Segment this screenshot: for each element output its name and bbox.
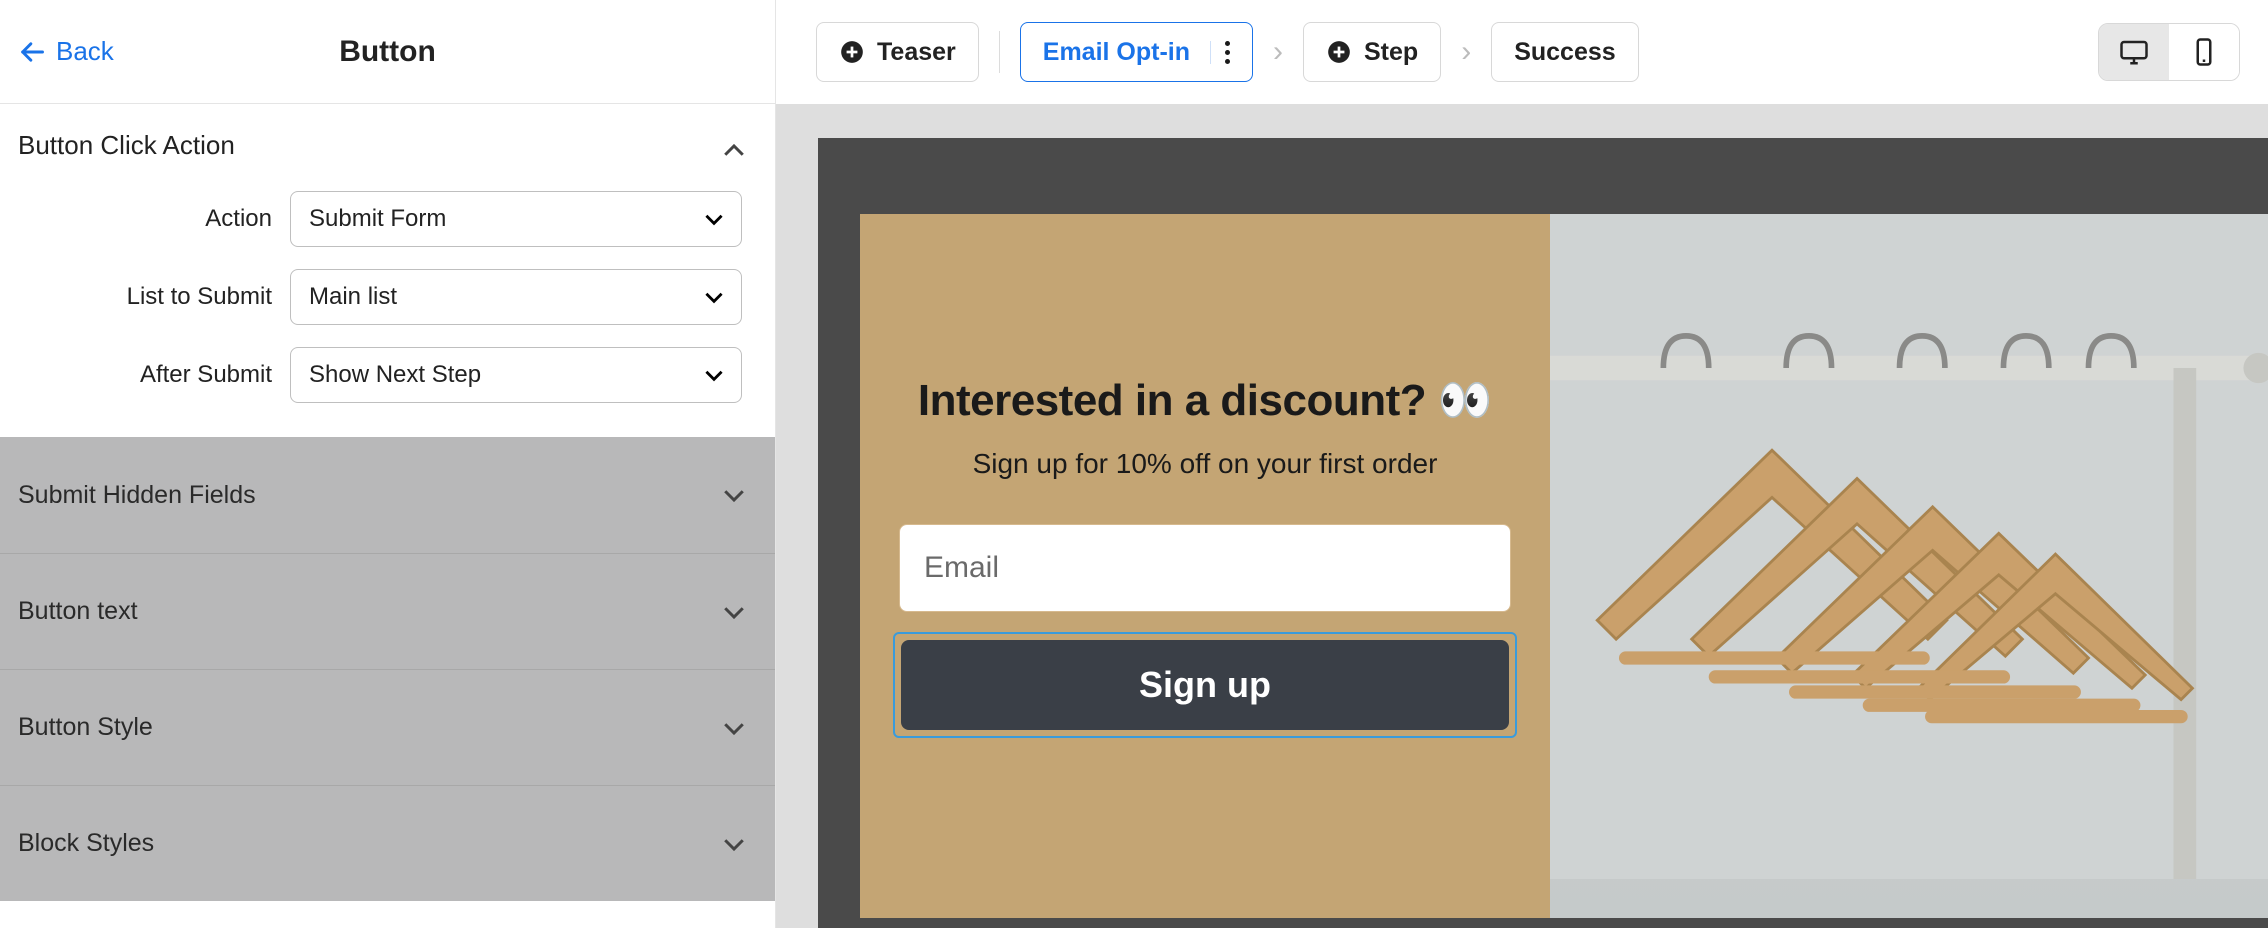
section-block-styles[interactable]: Block Styles [0, 785, 775, 901]
desktop-icon [2119, 37, 2149, 67]
step-step[interactable]: Step [1303, 22, 1441, 82]
device-mobile-button[interactable] [2169, 24, 2239, 80]
popup-headline: Interested in a discount? 👀 [918, 374, 1492, 426]
section-label: Button Style [18, 713, 153, 742]
collapsed-sections: Submit Hidden Fields Button text Button … [0, 437, 775, 928]
step-label: Step [1364, 38, 1418, 67]
chevron-down-icon [701, 362, 727, 388]
section-label: Submit Hidden Fields [18, 481, 256, 510]
signup-button-selection: Sign up [893, 632, 1517, 738]
settings-panel: Back Button Button Click Action Action S… [0, 0, 776, 928]
section-button-text[interactable]: Button text [0, 553, 775, 669]
back-button[interactable]: Back [18, 36, 114, 67]
arrow-left-icon [18, 38, 46, 66]
select-value: Submit Form [309, 205, 446, 233]
select-after-submit[interactable]: Show Next Step [290, 347, 742, 403]
field-label: Action [18, 205, 290, 233]
plus-circle-icon [839, 39, 865, 65]
device-desktop-button[interactable] [2099, 24, 2169, 80]
plus-circle-icon [1326, 39, 1352, 65]
section-title: Button Click Action [18, 130, 757, 161]
field-after-submit: After Submit Show Next Step [18, 347, 757, 403]
back-label: Back [56, 36, 114, 67]
step-success[interactable]: Success [1491, 22, 1638, 82]
select-value: Main list [309, 283, 397, 311]
popup-form-side: Interested in a discount? 👀 Sign up for … [860, 214, 1550, 918]
field-action: Action Submit Form [18, 191, 757, 247]
topbar: Teaser Email Opt-in › Step › Success [776, 0, 2268, 104]
section-button-click-action[interactable]: Button Click Action Action Submit Form L… [0, 104, 775, 437]
device-toggle [2098, 23, 2240, 81]
select-action[interactable]: Submit Form [290, 191, 742, 247]
kebab-icon[interactable] [1210, 41, 1230, 64]
step-label: Success [1514, 38, 1615, 67]
chevron-down-icon [719, 829, 749, 859]
field-label: List to Submit [18, 283, 290, 311]
popup-side-image[interactable]: Side Image [1550, 214, 2268, 918]
chevron-right-icon: › [1461, 35, 1471, 69]
select-value: Show Next Step [309, 361, 481, 389]
chevron-down-icon [719, 597, 749, 627]
field-label: After Submit [18, 361, 290, 389]
select-list[interactable]: Main list [290, 269, 742, 325]
field-list-to-submit: List to Submit Main list [18, 269, 757, 325]
step-label: Teaser [877, 38, 956, 67]
step-email-optin[interactable]: Email Opt-in [1020, 22, 1253, 82]
email-input[interactable] [899, 524, 1511, 612]
chevron-down-icon [719, 713, 749, 743]
panel-header: Back Button [0, 0, 775, 104]
popup-subhead: Sign up for 10% off on your first order [973, 448, 1438, 480]
mobile-icon [2189, 37, 2219, 67]
step-breadcrumb: Teaser Email Opt-in › Step › Success [816, 22, 1639, 82]
section-label: Block Styles [18, 829, 154, 858]
chevron-up-icon [719, 136, 749, 171]
panel-title: Button [339, 35, 436, 69]
preview-canvas: Interested in a discount? 👀 Sign up for … [776, 104, 2268, 928]
chevron-right-icon: › [1273, 35, 1283, 69]
step-teaser[interactable]: Teaser [816, 22, 979, 82]
signup-button[interactable]: Sign up [901, 640, 1509, 730]
popup-preview: Interested in a discount? 👀 Sign up for … [860, 214, 2268, 918]
hanger-rack-illustration [1550, 214, 2268, 879]
section-label: Button text [18, 597, 138, 626]
chevron-down-icon [701, 284, 727, 310]
separator [999, 31, 1000, 73]
section-submit-hidden-fields[interactable]: Submit Hidden Fields [0, 437, 775, 553]
step-label: Email Opt-in [1043, 38, 1190, 67]
chevron-down-icon [701, 206, 727, 232]
chevron-down-icon [719, 480, 749, 510]
section-button-style[interactable]: Button Style [0, 669, 775, 785]
editor-main: Teaser Email Opt-in › Step › Success [776, 0, 2268, 928]
